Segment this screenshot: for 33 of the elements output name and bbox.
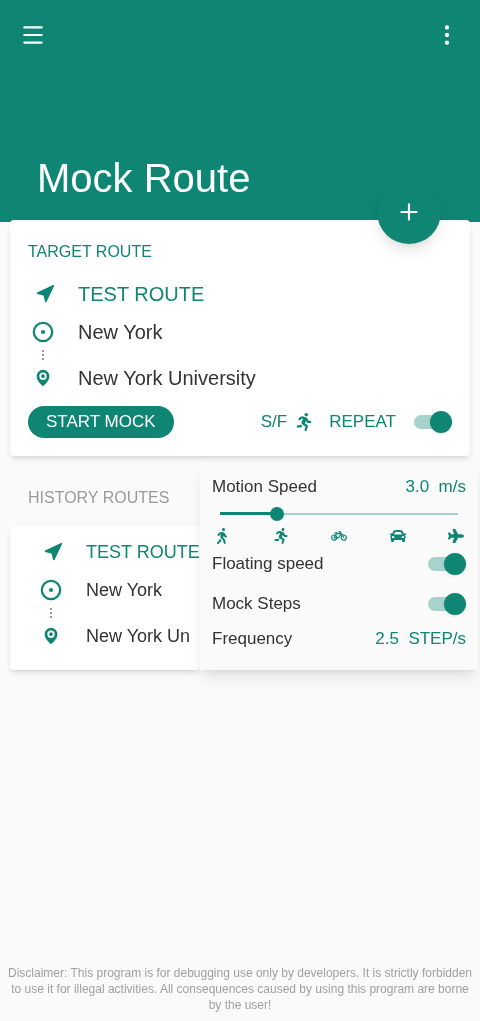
start-location: New York [86,578,163,602]
toggle-label: Floating speed [212,552,324,575]
toggle-switch[interactable] [412,411,452,433]
section-heading: TARGET ROUTE [28,242,153,262]
car-icon[interactable] [389,527,406,544]
frequency-label: Frequency [212,627,293,650]
history-route-card[interactable]: TEST ROUTE New York New York Un [10,526,200,670]
disclaimer-text: Disclaimer: This program is for debugging use only by developers. It is strictly forbidden to use it for illegal activities. All consequences caused by using this program are borne by the user! [7,965,473,1014]
route-name: TEST ROUTE [86,540,200,564]
walking-person-icon[interactable] [214,527,230,544]
start-location: New York [78,320,163,345]
end-location: New York University [78,366,256,391]
running-person-icon[interactable] [295,413,314,431]
motion-speed-label: Motion Speed [212,476,317,498]
repeat-label: REPEAT [329,411,396,434]
navigation-arrow-icon [35,284,55,304]
motion-speed-value: 3.0 m/s [405,476,466,498]
route-name: TEST ROUTE [78,282,205,307]
navigation-arrow-icon [43,542,63,562]
toggle-label: Mock Steps [212,592,301,615]
toggle-switch[interactable] [426,592,466,615]
start-point-icon [40,579,62,601]
airplane-icon[interactable] [448,527,464,544]
frequency-value: 2.5 STEP/s [375,627,466,650]
start-point-icon [32,321,54,343]
speed-slider[interactable] [220,505,458,522]
end-location: New York Un [86,624,191,648]
sf-label: S/F [260,411,288,434]
running-person-icon[interactable] [272,527,289,544]
section-heading: HISTORY ROUTES [28,488,170,508]
toggle-switch[interactable] [426,552,466,575]
page-title: Mock Route [37,155,252,202]
start-mock-button[interactable]: START MOCK [28,406,174,438]
